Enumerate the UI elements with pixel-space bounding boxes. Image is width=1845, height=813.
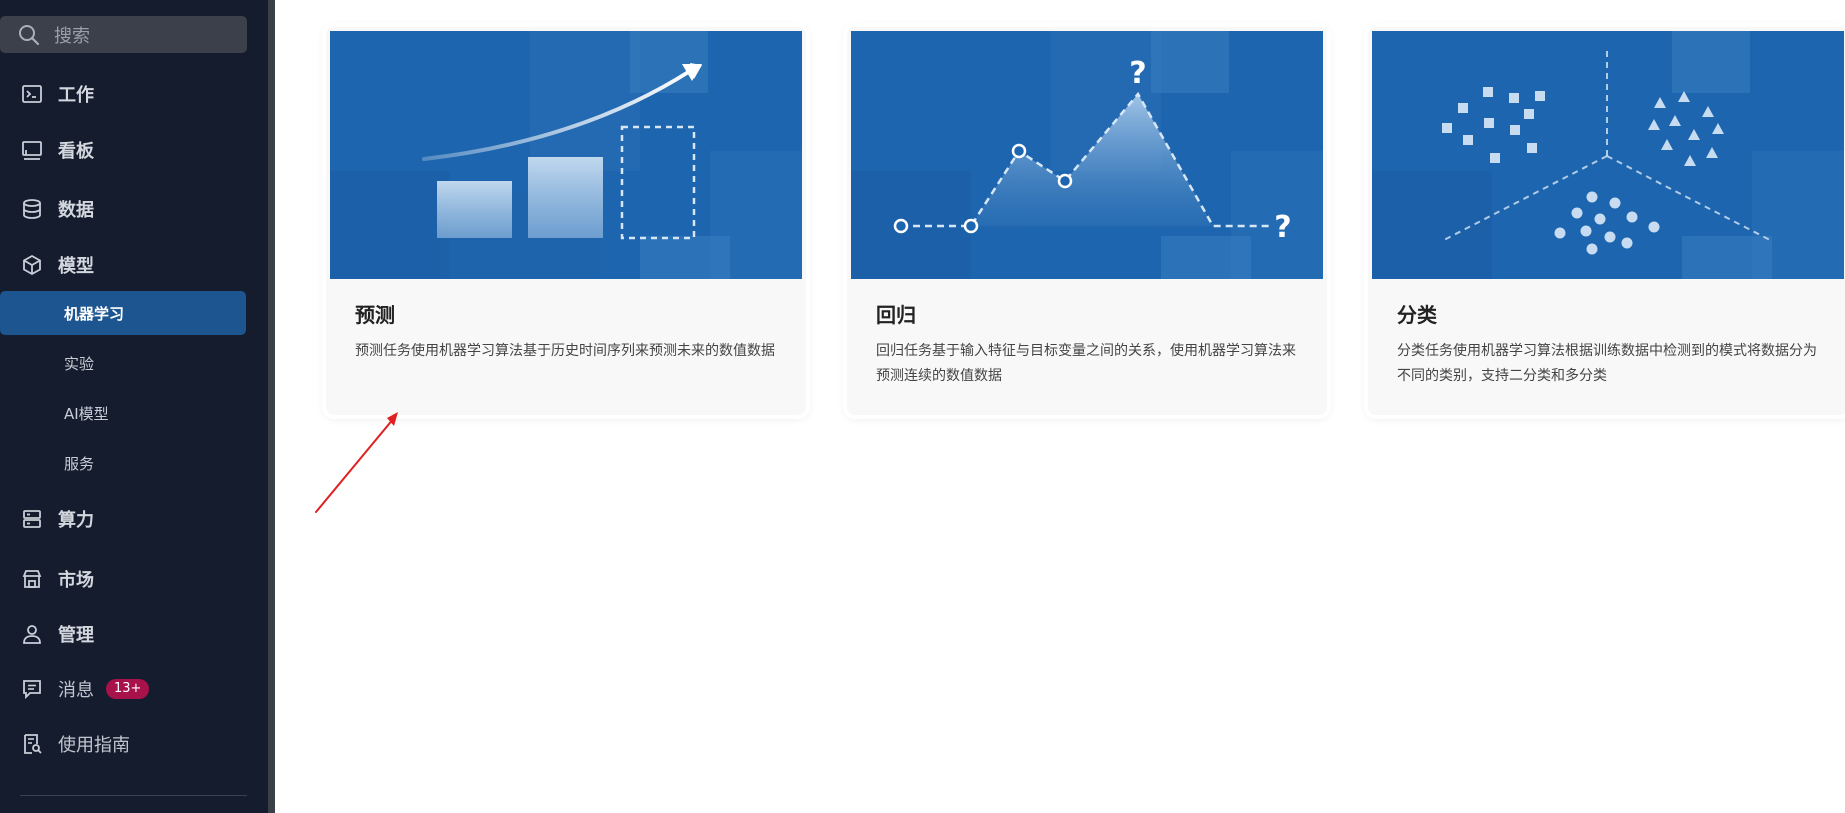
sub-item-label: 服务 (64, 454, 95, 473)
nav-item-label: 算力 (58, 510, 94, 531)
regression-illustration: ? ? (851, 31, 1323, 279)
server-icon (20, 507, 44, 531)
terminal-icon (20, 82, 44, 106)
nav-item-work[interactable]: 工作 (0, 74, 247, 114)
cube-icon (20, 253, 44, 277)
card-title: 回归 (876, 303, 916, 327)
sub-item-label: AI模型 (64, 404, 109, 423)
user-icon (20, 622, 44, 646)
nav-item-compute[interactable]: 算力 (0, 499, 247, 539)
card-description: 回归任务基于输入特征与目标变量之间的关系，使用机器学习算法来预测连续的数值数据 (876, 343, 1296, 384)
nav-item-data[interactable]: 数据 (0, 189, 247, 229)
nav-item-market[interactable]: 市场 (0, 559, 247, 599)
task-card-forecast[interactable]: 预测 预测任务使用机器学习算法基于历史时间序列来预测未来的数值数据 (326, 27, 806, 415)
nav-item-label: 工作 (58, 85, 94, 106)
search-icon (19, 24, 40, 45)
card-title: 分类 (1397, 303, 1437, 327)
nav-item-label: 市场 (58, 570, 94, 591)
nav-item-guide[interactable]: 使用指南 (0, 724, 247, 764)
search-placeholder: 搜索 (54, 25, 90, 47)
nav-item-label: 模型 (58, 256, 94, 277)
card-illustration: ? ? (851, 31, 1323, 279)
nav-item-dashboard[interactable]: 看板 (0, 130, 247, 170)
task-card-classification[interactable]: 分类 分类任务使用机器学习算法根据训练数据中检测到的模式将数据分为不同的类别，支… (1368, 27, 1845, 415)
card-illustration (330, 31, 802, 279)
nav-item-label: 管理 (58, 625, 94, 646)
database-icon (20, 197, 44, 221)
card-description: 预测任务使用机器学习算法基于历史时间序列来预测未来的数值数据 (355, 343, 775, 359)
store-icon (20, 567, 44, 591)
sidebar-divider (20, 795, 247, 796)
guide-icon (20, 732, 44, 756)
card-title: 预测 (355, 303, 395, 327)
sub-item-machine-learning[interactable]: 机器学习 (0, 291, 246, 335)
sub-item-ai-model[interactable]: AI模型 (0, 391, 246, 435)
nav-item-messages[interactable]: 消息 13+ (0, 669, 247, 709)
monitor-icon (20, 138, 44, 162)
nav-item-manage[interactable]: 管理 (0, 614, 247, 654)
trend-chart-illustration (330, 31, 802, 279)
card-illustration (1372, 31, 1844, 279)
nav-item-label: 消息 (58, 680, 94, 701)
cluster-illustration (1372, 31, 1844, 279)
nav-item-label: 使用指南 (58, 735, 130, 756)
nav-item-label: 数据 (58, 200, 94, 221)
sub-item-label: 机器学习 (64, 304, 125, 323)
sub-item-experiment[interactable]: 实验 (0, 341, 246, 385)
card-description: 分类任务使用机器学习算法根据训练数据中检测到的模式将数据分为不同的类别，支持二分… (1397, 343, 1817, 384)
sidebar: 搜索 工作 看板 数据 模型 机器学习 实验 AI模型 服务 算力 市场 管理 … (0, 0, 268, 813)
search-input[interactable]: 搜索 (0, 16, 247, 53)
sub-item-label: 实验 (64, 354, 95, 373)
sidebar-resize-handle[interactable] (268, 0, 275, 813)
nav-item-model[interactable]: 模型 (0, 245, 247, 285)
annotation-arrow-icon (315, 412, 398, 513)
task-card-regression[interactable]: ? ? 回归 回归任务基于输入特征与目标变量之间的关系，使用机器学习算法来预测连… (847, 27, 1327, 415)
unread-badge: 13+ (106, 679, 150, 699)
svg-text:?: ? (1129, 56, 1146, 91)
nav-item-label: 看板 (58, 141, 94, 162)
svg-text:?: ? (1274, 210, 1291, 245)
sub-item-service[interactable]: 服务 (0, 441, 246, 485)
message-icon (20, 677, 44, 701)
